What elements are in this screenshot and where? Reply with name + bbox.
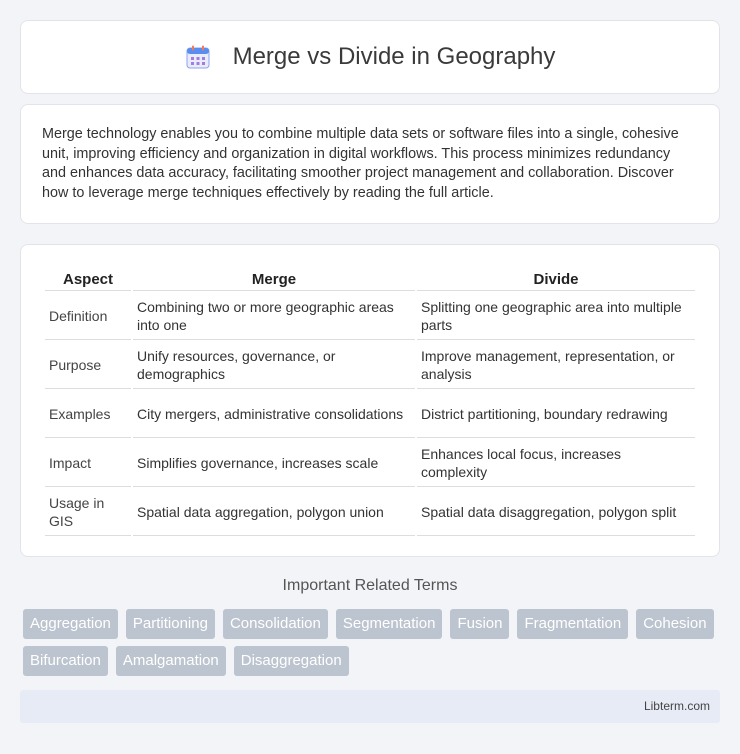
- merge-cell: City mergers, administrative consolidati…: [133, 391, 415, 438]
- aspect-cell: Examples: [45, 391, 131, 438]
- divide-cell: Spatial data disaggregation, polygon spl…: [417, 489, 695, 536]
- column-header-merge: Merge: [133, 267, 415, 291]
- related-terms-title: Important Related Terms: [282, 577, 458, 594]
- related-term-tag[interactable]: Disaggregation: [233, 646, 349, 676]
- merge-cell: Combining two or more geographic areas i…: [133, 293, 415, 340]
- related-term-tag[interactable]: Segmentation: [335, 609, 443, 639]
- merge-cell: Simplifies governance, increases scale: [133, 440, 415, 487]
- table-row: Examples City mergers, administrative co…: [45, 391, 695, 438]
- table-row: Purpose Unify resources, governance, or …: [45, 342, 695, 389]
- aspect-cell: Purpose: [45, 342, 131, 389]
- divide-cell: District partitioning, boundary redrawin…: [417, 391, 695, 438]
- divide-cell: Enhances local focus, increases complexi…: [417, 440, 695, 487]
- page-title: Merge vs Divide in Geography: [232, 43, 556, 70]
- table-row: Usage in GIS Spatial data aggregation, p…: [45, 489, 695, 536]
- column-header-divide: Divide: [417, 267, 695, 291]
- column-header-aspect: Aspect: [45, 267, 131, 291]
- table-row: Definition Combining two or more geograp…: [45, 293, 695, 340]
- divide-cell: Improve management, representation, or a…: [417, 342, 695, 389]
- related-terms-list: Aggregation Partitioning Consolidation S…: [23, 609, 723, 676]
- related-term-tag[interactable]: Consolidation: [222, 609, 328, 639]
- footer: Libterm.com: [20, 690, 720, 723]
- merge-cell: Spatial data aggregation, polygon union: [133, 489, 415, 536]
- calendar-icon: [185, 44, 211, 70]
- aspect-cell: Usage in GIS: [45, 489, 131, 536]
- related-term-tag[interactable]: Partitioning: [125, 609, 215, 639]
- merge-cell: Unify resources, governance, or demograp…: [133, 342, 415, 389]
- comparison-table: Aspect Merge Divide Definition Combining…: [43, 265, 697, 538]
- footer-site-link[interactable]: Libterm.com: [644, 699, 710, 713]
- intro-card: Merge technology enables you to combine …: [20, 104, 720, 224]
- comparison-table-card: Aspect Merge Divide Definition Combining…: [20, 244, 720, 557]
- aspect-cell: Definition: [45, 293, 131, 340]
- related-term-tag[interactable]: Aggregation: [23, 609, 118, 639]
- table-row: Impact Simplifies governance, increases …: [45, 440, 695, 487]
- related-term-tag[interactable]: Cohesion: [636, 609, 714, 639]
- divide-cell: Splitting one geographic area into multi…: [417, 293, 695, 340]
- intro-text: Merge technology enables you to combine …: [42, 126, 679, 201]
- related-term-tag[interactable]: Bifurcation: [23, 646, 108, 676]
- related-term-tag[interactable]: Fusion: [450, 609, 510, 639]
- aspect-cell: Impact: [45, 440, 131, 487]
- related-term-tag[interactable]: Amalgamation: [115, 646, 226, 676]
- related-term-tag[interactable]: Fragmentation: [517, 609, 629, 639]
- header-card: Merge vs Divide in Geography: [20, 20, 720, 94]
- table-header-row: Aspect Merge Divide: [45, 267, 695, 291]
